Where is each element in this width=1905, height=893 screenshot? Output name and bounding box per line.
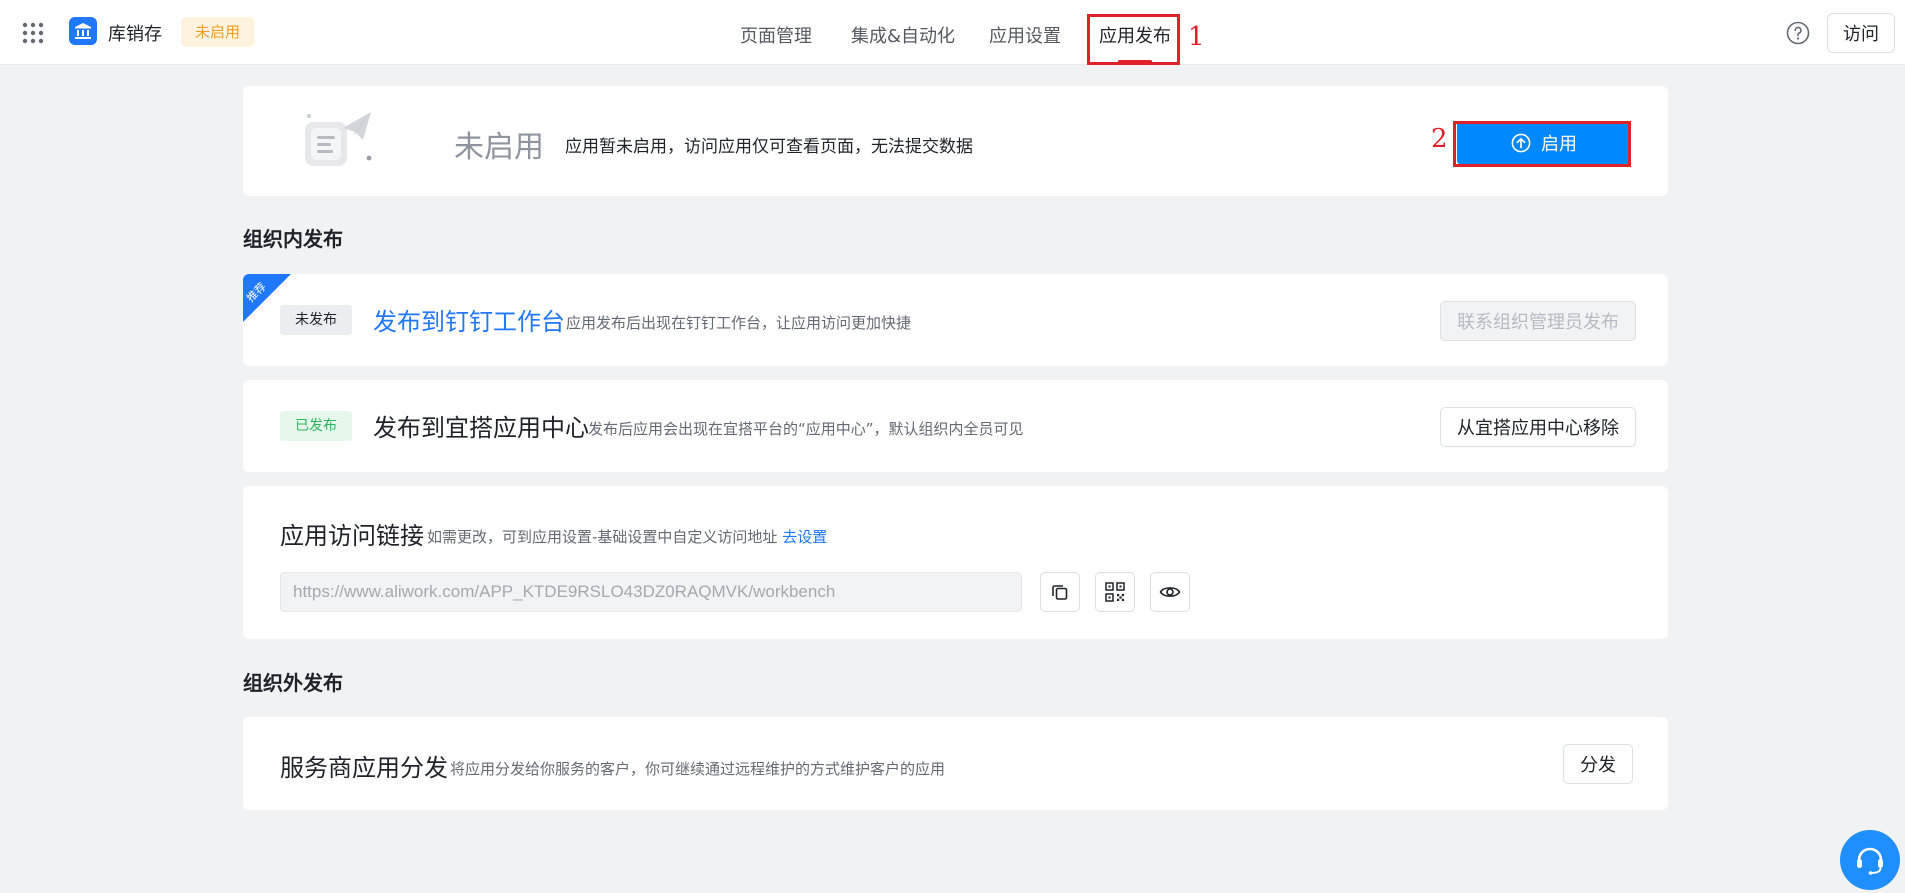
customer-service-button[interactable] (1840, 830, 1900, 890)
tab-app-publish[interactable]: 应用发布 (1099, 22, 1171, 48)
access-link-card: 应用访问链接 如需更改，可到应用设置-基础设置中自定义访问地址 去设置 (243, 486, 1668, 639)
status-heading: 未启用 (454, 130, 544, 165)
dingtalk-publish-description: 应用发布后出现在钉钉工作台，让应用访问更加快捷 (566, 314, 912, 332)
main-tabs: 页面管理 集成&自动化 应用设置 应用发布 (0, 0, 1905, 65)
copy-icon (1052, 585, 1068, 600)
active-tab-indicator (1118, 60, 1152, 63)
qrcode-icon (1105, 582, 1125, 602)
access-url-input[interactable] (280, 572, 1022, 612)
enable-button[interactable]: 启用 (1457, 122, 1631, 164)
tab-integration-automation[interactable]: 集成&自动化 (851, 22, 955, 48)
annotation-number-2: 2 (1431, 124, 1448, 154)
unpublished-badge: 未发布 (280, 305, 352, 335)
enable-button-label: 启用 (1541, 134, 1577, 155)
copy-link-button[interactable] (1040, 572, 1080, 612)
top-bar: 库销存 未启用 页面管理 集成&自动化 应用设置 应用发布 访问 (0, 0, 1905, 65)
tab-app-settings[interactable]: 应用设置 (989, 22, 1061, 48)
eye-icon (1159, 587, 1181, 597)
vendor-distribution-card: 服务商应用分发 将应用分发给你服务的客户，你可继续通过远程维护的方式维护客户的应… (243, 717, 1668, 810)
dingtalk-publish-title[interactable]: 发布到钉钉工作台 (373, 302, 565, 337)
vendor-distribution-title: 服务商应用分发 (280, 754, 448, 782)
dingtalk-publish-card: 推荐 未发布 发布到钉钉工作台 应用发布后出现在钉钉工作台，让应用访问更加快捷 … (243, 274, 1668, 366)
upload-circle-icon (1511, 133, 1531, 153)
yida-publish-title: 发布到宜搭应用中心 (373, 414, 589, 442)
app-logo-icon (69, 17, 97, 45)
access-link-description: 如需更改，可到应用设置-基础设置中自定义访问地址 去设置 (427, 528, 828, 546)
contact-admin-publish-button[interactable]: 联系组织管理员发布 (1440, 301, 1636, 341)
app-status-badge: 未启用 (181, 17, 255, 47)
go-settings-link[interactable]: 去设置 (782, 528, 827, 546)
distribute-button[interactable]: 分发 (1563, 744, 1633, 784)
customer-service-icon (1857, 847, 1883, 875)
access-link-title: 应用访问链接 (280, 522, 424, 550)
yida-publish-card: 已发布 发布到宜搭应用中心 发布后应用会出现在宜搭平台的“应用中心”，默认组织内… (243, 380, 1668, 472)
visit-button[interactable]: 访问 (1827, 13, 1895, 53)
published-badge: 已发布 (280, 411, 352, 441)
help-icon[interactable] (1786, 21, 1810, 45)
yida-publish-description: 发布后应用会出现在宜搭平台的“应用中心”，默认组织内全员可见 (588, 420, 1024, 438)
internal-publish-section-title: 组织内发布 (243, 227, 343, 251)
qrcode-button[interactable] (1095, 572, 1135, 612)
preview-button[interactable] (1150, 572, 1190, 612)
app-name: 库销存 (108, 24, 162, 45)
app-status-card: 未启用 应用暂未启用，访问应用仅可查看页面，无法提交数据 启用 (243, 86, 1668, 196)
remove-from-yida-button[interactable]: 从宜搭应用中心移除 (1440, 407, 1636, 447)
tab-page-management[interactable]: 页面管理 (740, 22, 812, 48)
vendor-distribution-description: 将应用分发给你服务的客户，你可继续通过远程维护的方式维护客户的应用 (450, 760, 946, 778)
apps-grid-icon[interactable] (22, 22, 44, 44)
annotation-number-1: 1 (1188, 22, 1205, 52)
status-description: 应用暂未启用，访问应用仅可查看页面，无法提交数据 (565, 137, 973, 157)
paper-plane-illustration-icon (305, 112, 372, 166)
external-publish-section-title: 组织外发布 (243, 671, 343, 695)
